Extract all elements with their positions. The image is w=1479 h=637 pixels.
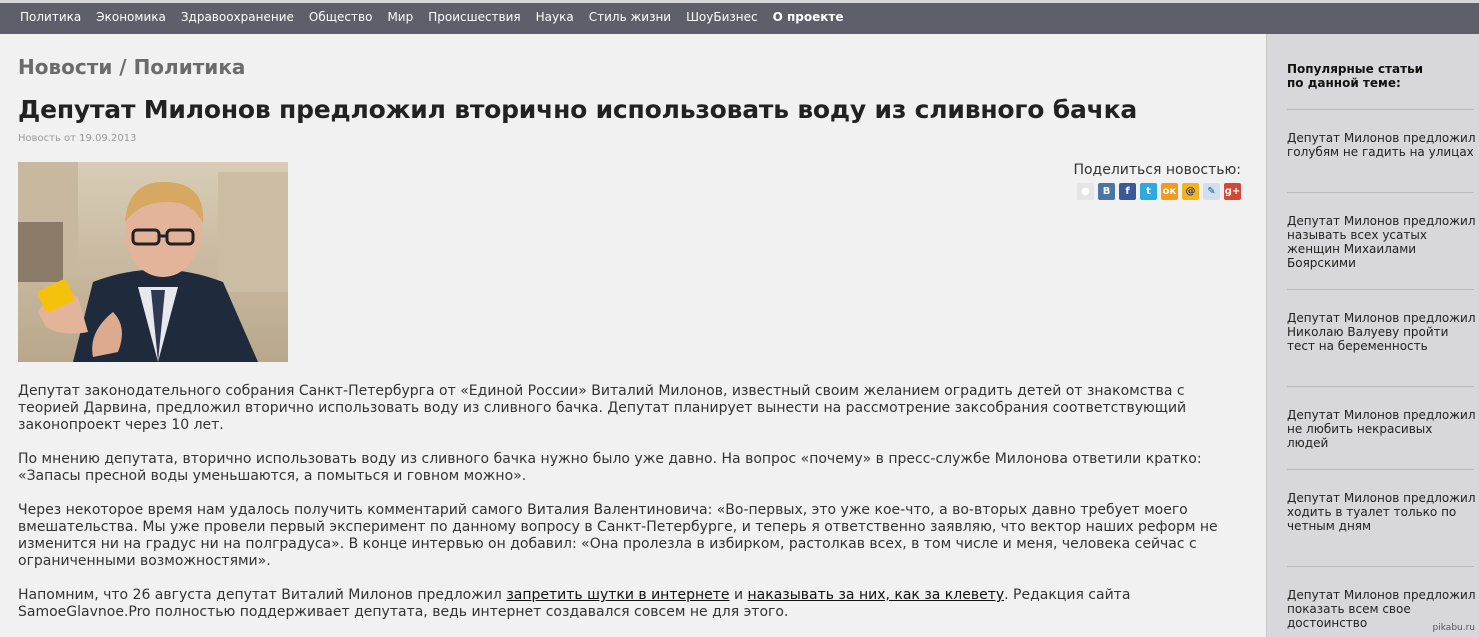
sidebar-article-link[interactable]: Депутат Милонов предложил голубям не гад… (1287, 131, 1477, 159)
link-ban-jokes[interactable]: запретить шутки в интернете (506, 587, 729, 603)
paragraph-4-start: Напомним, что 26 августа депутат Виталий… (18, 587, 507, 603)
nav-item-science[interactable]: Наука (536, 10, 574, 24)
sidebar-heading-line-1: Популярные статьи (1287, 62, 1424, 76)
sidebar-divider (1287, 469, 1474, 470)
share-icons: ● Bf t ок @ ✎ g+ (1073, 183, 1241, 200)
facebook-share-icon[interactable]: f (1119, 183, 1136, 200)
nav-item-showbiz[interactable]: ШоуБизнес (686, 10, 758, 24)
article-paragraph-3: Через некоторое время нам удалось получи… (18, 502, 1218, 569)
breadcrumb: Новости / Политика (18, 55, 246, 79)
article-date: Новость от 19.09.2013 (18, 133, 137, 144)
googleplus-share-icon[interactable]: g+ (1224, 183, 1241, 200)
nav-item-economy[interactable]: Экономика (96, 10, 166, 24)
main-content: Новости / Политика Депутат Милонов предл… (0, 34, 1266, 637)
sidebar-article-link[interactable]: Депутат Милонов предложил ходить в туале… (1287, 491, 1477, 533)
nav-item-health[interactable]: Здравоохранение (181, 10, 294, 24)
sidebar-heading: Популярные статьи по данной теме: (1287, 62, 1467, 90)
nav-item-lifestyle[interactable]: Стиль жизни (589, 10, 671, 24)
nav-item-incidents[interactable]: Происшествия (428, 10, 520, 24)
watermark: pikabu.ru (1432, 623, 1475, 633)
link-punish-libel[interactable]: наказывать за них, как за клевету (748, 587, 1005, 603)
sidebar-divider (1287, 289, 1474, 290)
twitter-share-icon[interactable]: t (1140, 183, 1157, 200)
sidebar-divider (1287, 192, 1474, 193)
article-paragraph-1: Депутат законодательного собрания Санкт-… (18, 383, 1187, 433)
sidebar-divider (1287, 566, 1474, 567)
share-label: Поделиться новостью: (1073, 162, 1241, 178)
nav-item-world[interactable]: Мир (387, 10, 413, 24)
nav-item-society[interactable]: Общество (309, 10, 373, 24)
top-navigation-bar: Политика Экономика Здравоохранение Общес… (0, 0, 1479, 34)
nav-menu: Политика Экономика Здравоохранение Общес… (20, 10, 859, 24)
article-paragraph-4: Напомним, что 26 августа депутат Виталий… (18, 587, 1248, 621)
bookmark-share-icon[interactable]: ● (1077, 183, 1094, 200)
article-title: Депутат Милонов предложил вторично испол… (18, 95, 1138, 124)
share-block: Поделиться новостью: ● Bf t ок @ ✎ g+ (1073, 162, 1241, 200)
popular-articles-sidebar: Популярные статьи по данной теме: Депута… (1266, 34, 1479, 637)
nav-item-politics[interactable]: Политика (20, 10, 81, 24)
deputy-photo-illustration (18, 162, 288, 362)
mailru-share-icon[interactable]: @ (1182, 183, 1199, 200)
sidebar-article-link[interactable]: Депутат Милонов предложил Николаю Валуев… (1287, 311, 1477, 353)
paragraph-4-mid: и (729, 587, 748, 603)
article-photo (18, 162, 288, 362)
sidebar-heading-line-2: по данной теме: (1287, 76, 1401, 90)
nav-item-about[interactable]: О проекте (773, 10, 844, 24)
sidebar-divider (1287, 109, 1474, 110)
article-paragraph-2: По мнению депутата, вторично использоват… (18, 451, 1202, 484)
sidebar-article-link[interactable]: Депутат Милонов предложил не любить некр… (1287, 408, 1477, 450)
sidebar-article-link[interactable]: Депутат Милонов предложил называть всех … (1287, 214, 1477, 270)
sidebar-divider (1287, 386, 1474, 387)
vk-share-icon[interactable]: B (1098, 183, 1115, 200)
odnoklassniki-share-icon[interactable]: ок (1161, 183, 1178, 200)
article-body: Депутат законодательного собрания Санкт-… (18, 383, 1248, 637)
livejournal-share-icon[interactable]: ✎ (1203, 183, 1220, 200)
